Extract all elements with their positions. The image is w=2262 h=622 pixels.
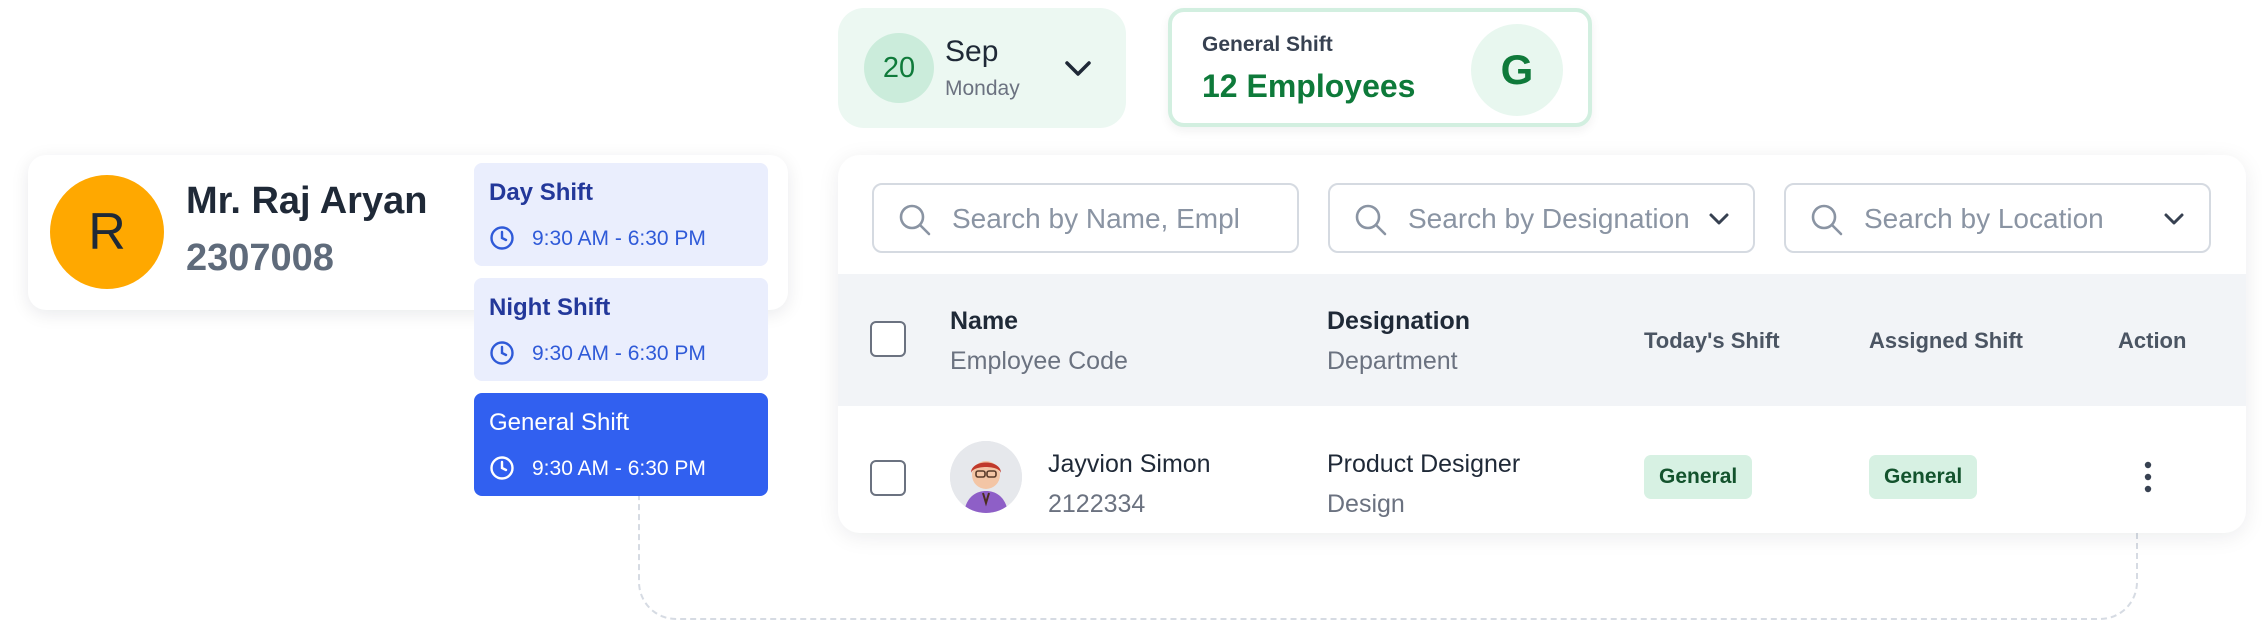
employee-designation: Product Designer	[1327, 450, 1521, 478]
assigned-shift-badge: General	[1869, 455, 1978, 499]
chevron-down-icon[interactable]	[2161, 207, 2187, 231]
shift-option-time: 9:30 AM - 6:30 PM	[532, 227, 706, 250]
shift-summary-badge: G	[1471, 24, 1563, 116]
row-checkbox[interactable]	[870, 460, 906, 496]
select-all-checkbox[interactable]	[870, 321, 906, 357]
shift-option-day[interactable]: Day Shift 9:30 AM - 6:30 PM	[474, 163, 768, 266]
shift-summary-card: General Shift 12 Employees G	[1168, 8, 1592, 127]
search-location-input[interactable]	[1864, 199, 2144, 239]
date-text: Sep Monday	[945, 35, 1020, 101]
shift-summary-count: 12 Employees	[1202, 68, 1416, 104]
search-icon	[899, 204, 931, 236]
search-designation-field[interactable]	[1328, 183, 1755, 253]
search-designation-input[interactable]	[1408, 199, 1708, 239]
chevron-down-icon[interactable]	[1706, 207, 1732, 231]
avatar-illustration	[950, 441, 1022, 513]
header-todays-shift[interactable]: Today's Shift	[1644, 328, 1780, 354]
avatar: R	[50, 175, 164, 289]
search-name-input[interactable]	[952, 199, 1242, 239]
shift-option-general[interactable]: General Shift 9:30 AM - 6:30 PM	[474, 393, 768, 496]
search-icon	[1355, 204, 1387, 236]
shift-option-title: General Shift	[489, 409, 630, 436]
date-weekday: Monday	[945, 77, 1020, 100]
header-employee-code: Employee Code	[950, 347, 1128, 375]
profile-code: 2307008	[186, 237, 334, 279]
clock-icon	[490, 226, 514, 250]
date-month: Sep	[945, 35, 999, 68]
search-icon	[1811, 204, 1843, 236]
employee-name[interactable]: Jayvion Simon	[1048, 450, 1211, 479]
employee-department: Design	[1327, 490, 1405, 518]
chevron-down-icon[interactable]	[1058, 54, 1098, 84]
header-assigned-shift[interactable]: Assigned Shift	[1869, 328, 2023, 354]
shift-option-time: 9:30 AM - 6:30 PM	[532, 457, 706, 480]
header-name[interactable]: Name	[950, 307, 1018, 336]
search-location-field[interactable]	[1784, 183, 2211, 253]
shift-summary-label: General Shift	[1202, 33, 1333, 56]
header-action: Action	[2118, 328, 2187, 353]
clock-icon	[490, 456, 514, 480]
shift-option-title: Day Shift	[489, 179, 594, 206]
todays-shift-badge: General	[1644, 455, 1753, 499]
clock-icon	[490, 341, 514, 365]
avatar	[950, 441, 1022, 513]
table-header: Name Employee Code Designation Departmen…	[838, 274, 2246, 406]
header-department: Department	[1327, 347, 1458, 375]
shift-option-title: Night Shift	[489, 294, 611, 321]
profile-name: Mr. Raj Aryan	[186, 180, 428, 222]
header-designation[interactable]: Designation	[1327, 307, 1470, 336]
search-name-field[interactable]	[872, 183, 1299, 253]
employee-code: 2122334	[1048, 490, 1146, 518]
employee-table-panel: Name Employee Code Designation Departmen…	[838, 155, 2246, 533]
more-vertical-icon[interactable]	[2138, 457, 2158, 497]
shift-option-time: 9:30 AM - 6:30 PM	[532, 342, 706, 365]
date-day-number: 20	[864, 33, 934, 103]
shift-option-night[interactable]: Night Shift 9:30 AM - 6:30 PM	[474, 278, 768, 381]
